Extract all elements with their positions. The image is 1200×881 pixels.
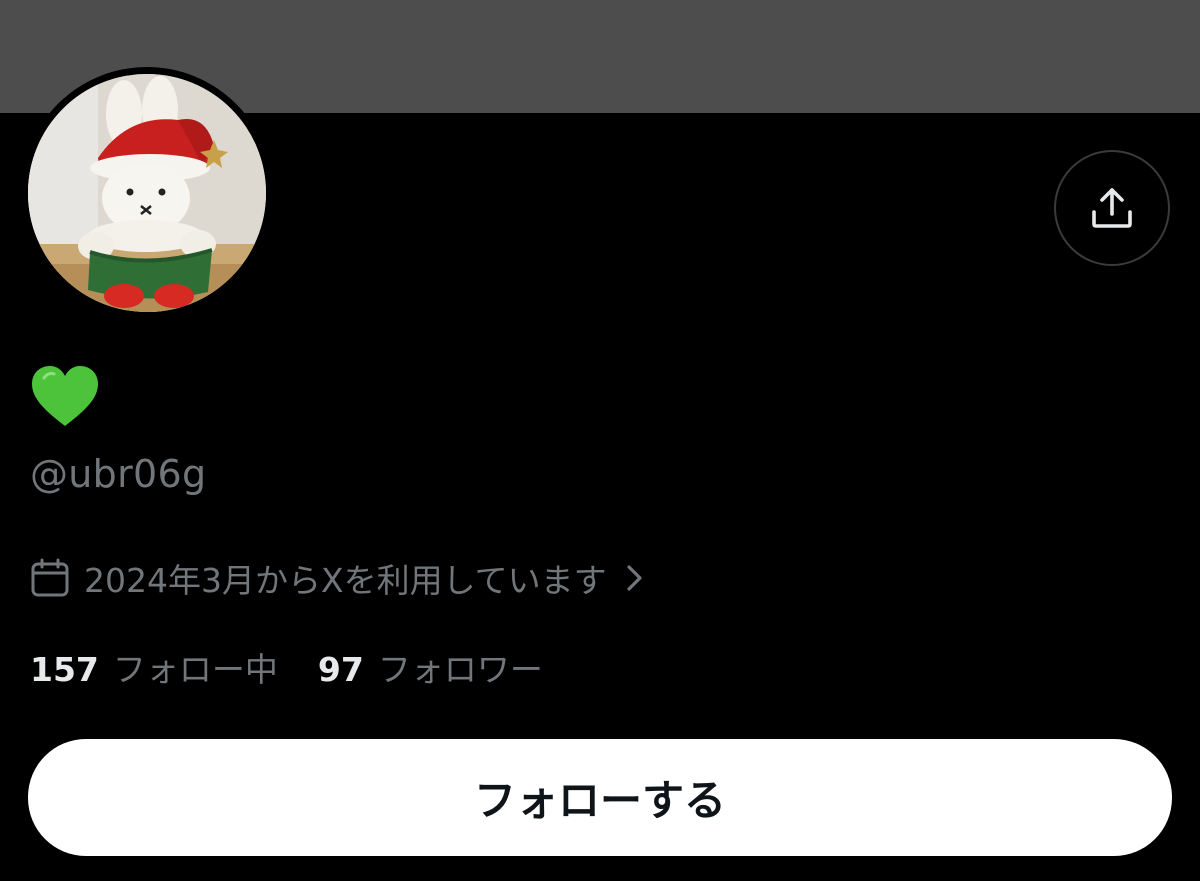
joined-text: 2024年3月からXを利用しています — [84, 561, 607, 600]
calendar-icon — [30, 558, 70, 598]
followers-stat[interactable]: 97 フォロワー — [318, 643, 543, 691]
avatar[interactable] — [28, 74, 266, 312]
followers-label: フォロワー — [377, 650, 543, 689]
green-heart-icon — [32, 366, 98, 426]
profile-handle: @ubr06g — [30, 452, 207, 496]
share-upload-icon — [1092, 188, 1132, 228]
following-count: 157 — [30, 650, 99, 689]
joined-date[interactable]: 2024年3月からXを利用しています — [30, 555, 645, 601]
display-name — [30, 364, 104, 436]
chevron-right-icon — [625, 563, 645, 593]
following-stat[interactable]: 157 フォロー中 — [30, 643, 278, 691]
follow-button[interactable]: フォローする — [28, 739, 1172, 856]
share-button[interactable] — [1054, 150, 1170, 266]
avatar-photo — [28, 74, 266, 312]
follow-stats: 157 フォロー中 97 フォロワー — [30, 642, 543, 692]
following-label: フォロー中 — [112, 650, 278, 689]
followers-count: 97 — [317, 650, 364, 689]
